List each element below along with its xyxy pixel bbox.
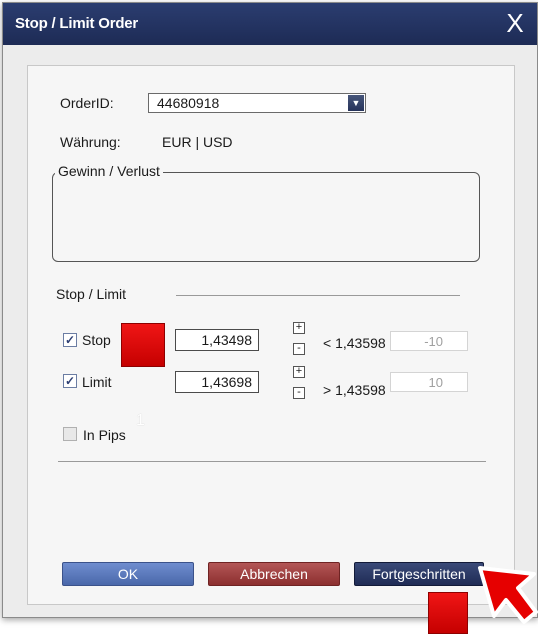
step-marker: 1 xyxy=(136,412,145,429)
pnl-label: Gewinn / Verlust xyxy=(55,163,163,179)
limit-pips-input[interactable]: 10 xyxy=(390,372,468,392)
orderid-label: OrderID: xyxy=(60,95,114,111)
stop-minus-button[interactable]: - xyxy=(293,343,305,355)
stop-pips-input[interactable]: -10 xyxy=(390,331,468,351)
orderid-value: 44680918 xyxy=(157,95,220,111)
limit-label: Limit xyxy=(82,374,112,390)
limit-plus-button[interactable]: + xyxy=(293,366,305,378)
arrow-cursor-icon xyxy=(478,566,538,624)
limit-condition: > 1,43598 xyxy=(323,382,386,398)
in-pips-checkbox[interactable] xyxy=(63,427,77,441)
stop-price-input[interactable]: 1,43498 xyxy=(175,329,259,351)
advanced-button[interactable]: Fortgeschritten xyxy=(354,562,484,586)
ok-button[interactable]: OK xyxy=(62,562,194,586)
check-icon: ✓ xyxy=(64,374,76,388)
title-bar: Stop / Limit Order X xyxy=(3,3,537,45)
currency-value: EUR | USD xyxy=(162,134,233,150)
check-icon: ✓ xyxy=(64,333,76,347)
limit-checkbox[interactable]: ✓ xyxy=(63,374,77,388)
orderid-select[interactable]: 44680918 ▼ xyxy=(148,93,366,113)
section-divider xyxy=(176,295,460,296)
currency-label: Währung: xyxy=(60,134,121,150)
pnl-groupbox xyxy=(52,172,480,262)
in-pips-label: In Pips xyxy=(83,427,126,443)
dialog-title: Stop / Limit Order xyxy=(15,15,139,32)
stop-limit-section-label: Stop / Limit xyxy=(56,286,127,302)
stop-condition: < 1,43598 xyxy=(323,335,386,351)
stop-checkbox[interactable]: ✓ xyxy=(63,333,77,347)
stop-label: Stop xyxy=(82,332,111,348)
bottom-divider xyxy=(58,461,486,462)
cancel-button[interactable]: Abbrechen xyxy=(208,562,340,586)
highlight-marker xyxy=(121,323,165,367)
chevron-down-icon[interactable]: ▼ xyxy=(348,95,364,111)
highlight-marker xyxy=(428,592,468,634)
stop-plus-button[interactable]: + xyxy=(293,322,305,334)
limit-price-input[interactable]: 1,43698 xyxy=(175,371,259,393)
close-icon[interactable]: X xyxy=(501,9,529,37)
limit-minus-button[interactable]: - xyxy=(293,387,305,399)
